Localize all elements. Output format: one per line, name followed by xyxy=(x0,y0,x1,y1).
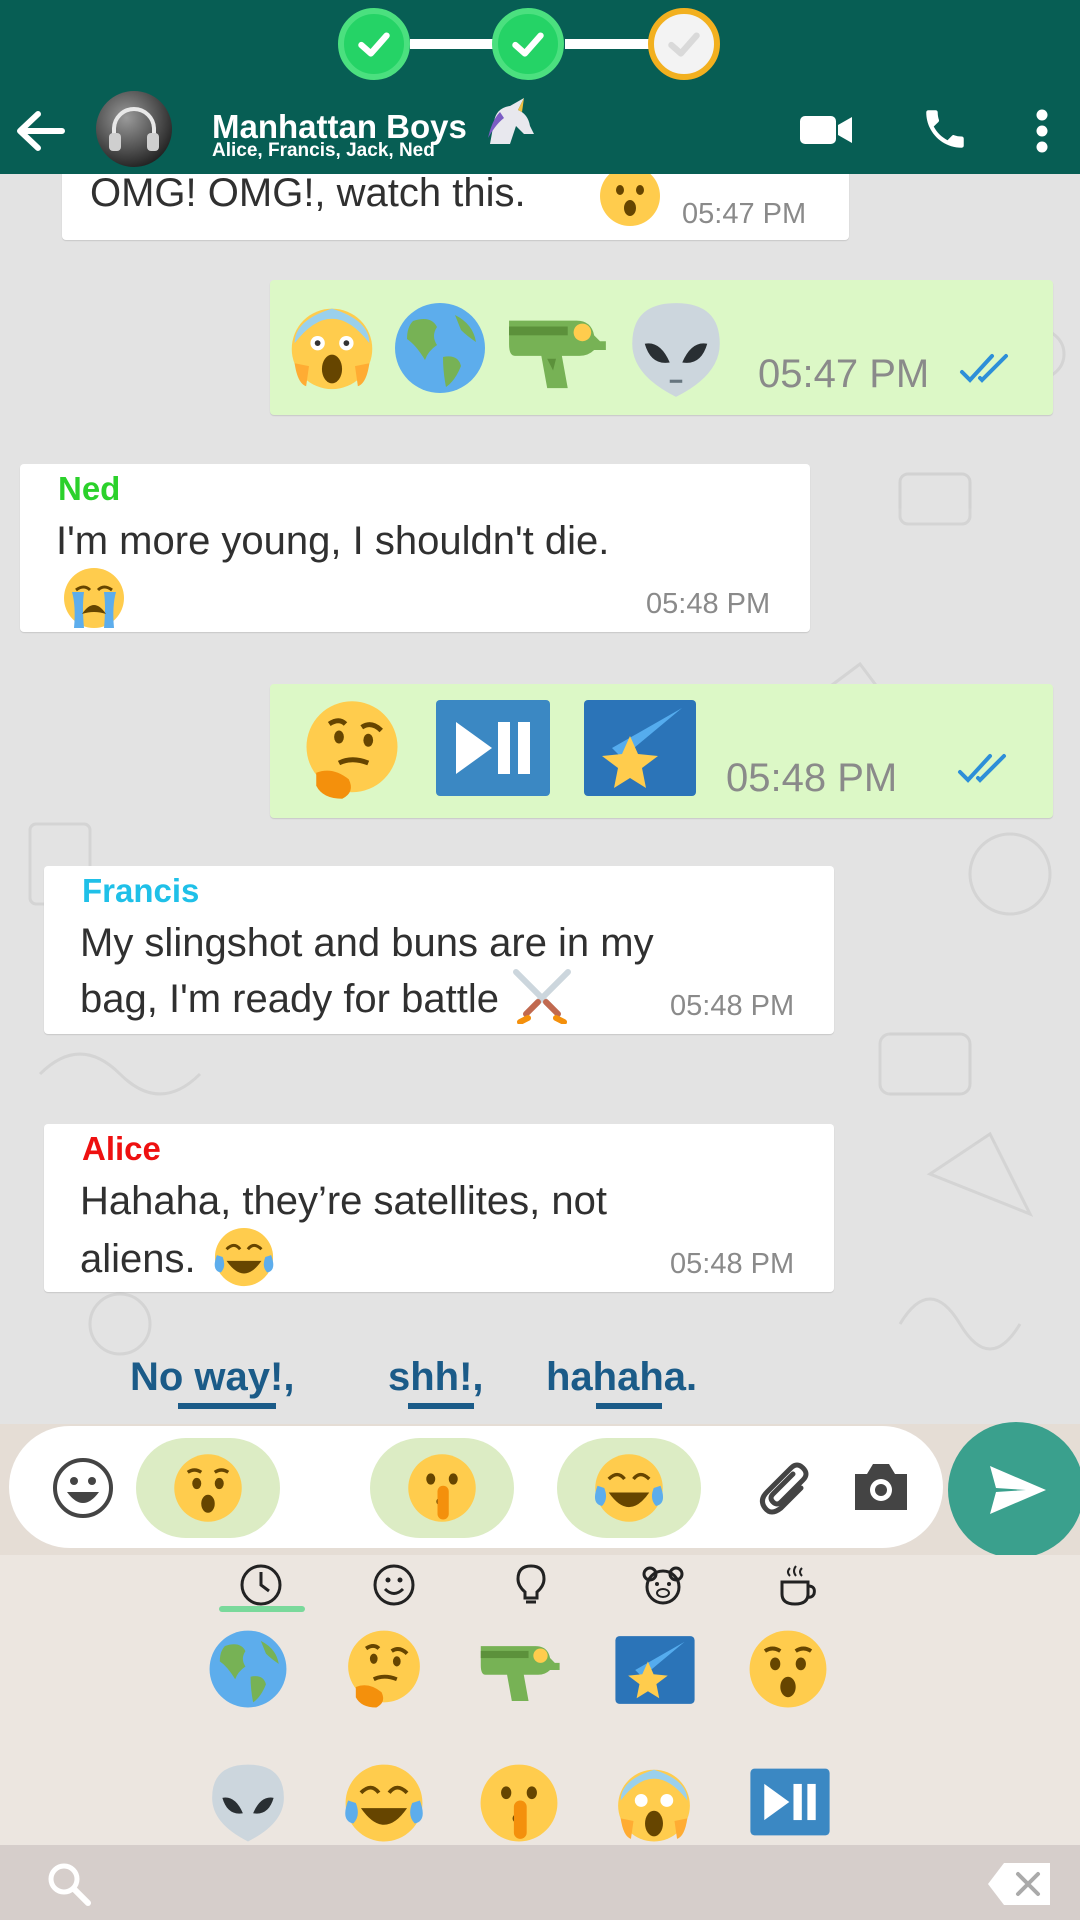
sender-name: Ned xyxy=(58,470,121,507)
alien-icon xyxy=(632,303,720,397)
back-arrow-icon[interactable] xyxy=(10,106,70,156)
recent-icon[interactable] xyxy=(236,1560,286,1610)
crossed-swords-icon xyxy=(513,969,572,1025)
hushed-face-icon xyxy=(174,1454,242,1522)
progress-connector xyxy=(410,39,500,49)
video-call-icon[interactable] xyxy=(796,110,856,150)
play-pause-button-icon xyxy=(436,700,550,796)
water-pistol-icon xyxy=(509,320,606,389)
phone-icon[interactable] xyxy=(918,102,972,156)
message-time: 05:48 PM xyxy=(646,588,771,620)
message-text-content: Hahaha, they’re satellites, not aliens. xyxy=(80,1179,607,1281)
active-tab-indicator xyxy=(219,1606,305,1612)
progress-step-current xyxy=(648,8,720,80)
water-pistol-icon[interactable] xyxy=(476,1632,562,1708)
emoji-icon[interactable] xyxy=(51,1456,115,1520)
send-icon xyxy=(990,1466,1046,1514)
message-bubble[interactable]: Alice Hahaha, they’re satellites, not al… xyxy=(44,1124,834,1292)
send-button[interactable] xyxy=(948,1422,1080,1558)
animals-icon[interactable] xyxy=(638,1560,688,1610)
attach-icon[interactable] xyxy=(757,1458,817,1518)
progress-connector xyxy=(565,39,655,49)
emoji-chip-shushing-face[interactable] xyxy=(370,1438,514,1538)
message-bubble[interactable]: 05:48 PM xyxy=(270,684,1053,818)
backspace-icon[interactable] xyxy=(986,1861,1052,1907)
play-pause-button-icon[interactable] xyxy=(749,1762,831,1842)
message-bubble[interactable]: Ned I'm more young, I shouldn't die. 05:… xyxy=(20,464,810,632)
suggestion-underline xyxy=(178,1403,276,1409)
headphones-icon xyxy=(109,107,159,151)
hushed-face-icon xyxy=(600,174,660,226)
unicorn-icon xyxy=(488,98,535,144)
message-time: 05:48 PM xyxy=(670,990,795,1022)
suggestion-no-way[interactable]: No way!, xyxy=(130,1355,294,1400)
search-icon[interactable] xyxy=(44,1859,94,1909)
message-text-content: I'm more young, I shouldn't die. xyxy=(56,519,610,563)
globe-americas-icon[interactable] xyxy=(207,1628,289,1710)
read-receipt-icon xyxy=(960,354,1008,383)
group-avatar[interactable] xyxy=(96,91,172,167)
message-bubble[interactable]: OMG! OMG!, watch this. 05:47 PM xyxy=(62,174,849,240)
message-time: 05:47 PM xyxy=(758,352,930,396)
camera-icon[interactable] xyxy=(851,1460,911,1516)
message-text: I'm more young, I shouldn't die. xyxy=(56,516,616,630)
food-icon[interactable] xyxy=(772,1560,822,1610)
suggestion-shh[interactable]: shh!, xyxy=(388,1355,484,1400)
chat-messages[interactable]: OMG! OMG!, watch this. 05:47 PM 05:47 PM xyxy=(0,174,1080,1424)
hushed-face-icon[interactable] xyxy=(747,1628,829,1710)
suggestion-underline xyxy=(596,1403,662,1409)
progress-bar xyxy=(0,0,1080,88)
chat-members: Alice, Francis, Jack, Ned xyxy=(212,140,435,161)
progress-step-done xyxy=(492,8,564,80)
suggestion-row: No way!, shh!, hahaha. xyxy=(0,1355,1080,1409)
shooting-star-icon[interactable] xyxy=(614,1630,696,1710)
check-icon xyxy=(358,32,390,57)
keyboard-bottom-bar xyxy=(0,1845,1080,1920)
message-bubble[interactable]: Francis My slingshot and buns are in my … xyxy=(44,866,834,1034)
message-time: 05:48 PM xyxy=(726,756,898,800)
more-options-icon[interactable] xyxy=(1030,104,1054,158)
face-with-tears-of-joy-icon[interactable] xyxy=(343,1762,425,1844)
message-text: OMG! OMG!, watch this. xyxy=(90,174,526,215)
shooting-star-icon xyxy=(584,700,696,796)
shushing-face-icon[interactable] xyxy=(478,1762,560,1844)
loudly-crying-face-icon xyxy=(64,568,124,628)
emoji-chip-hushed-face[interactable] xyxy=(136,1438,280,1538)
smileys-icon[interactable] xyxy=(369,1560,419,1610)
thinking-face-icon xyxy=(306,701,398,799)
chat-header: Manhattan Boys Alice, Francis, Jack, Ned xyxy=(0,88,1080,174)
chat-title[interactable]: Manhattan Boys xyxy=(212,98,538,146)
face-with-tears-of-joy-icon xyxy=(214,1227,274,1287)
suggestion-underline xyxy=(408,1403,474,1409)
face-screaming-in-fear-icon xyxy=(291,308,373,390)
progress-step-done xyxy=(338,8,410,80)
message-time: 05:47 PM xyxy=(682,198,807,230)
emoji-chip-face-with-tears-of-joy[interactable] xyxy=(557,1438,701,1538)
alien-icon[interactable] xyxy=(207,1762,289,1844)
sender-name: Alice xyxy=(82,1130,161,1167)
suggestion-hahaha[interactable]: hahaha. xyxy=(546,1355,697,1400)
message-text: My slingshot and buns are in my bag, I'm… xyxy=(80,918,730,1025)
globe-americas-icon xyxy=(395,303,485,393)
objects-icon[interactable] xyxy=(506,1560,556,1610)
check-icon xyxy=(668,32,700,57)
face-with-tears-of-joy-icon xyxy=(594,1454,664,1522)
shushing-face-icon xyxy=(408,1454,476,1522)
message-time: 05:48 PM xyxy=(670,1248,795,1280)
message-bubble[interactable]: 05:47 PM xyxy=(270,280,1053,415)
message-text: Hahaha, they’re satellites, not aliens. xyxy=(80,1176,640,1288)
check-icon xyxy=(512,32,544,57)
thinking-face-icon[interactable] xyxy=(343,1628,425,1710)
sender-name: Francis xyxy=(82,872,200,909)
read-receipt-icon xyxy=(958,754,1006,783)
message-input-bar[interactable] xyxy=(9,1426,943,1548)
face-screaming-in-fear-icon[interactable] xyxy=(612,1762,696,1844)
